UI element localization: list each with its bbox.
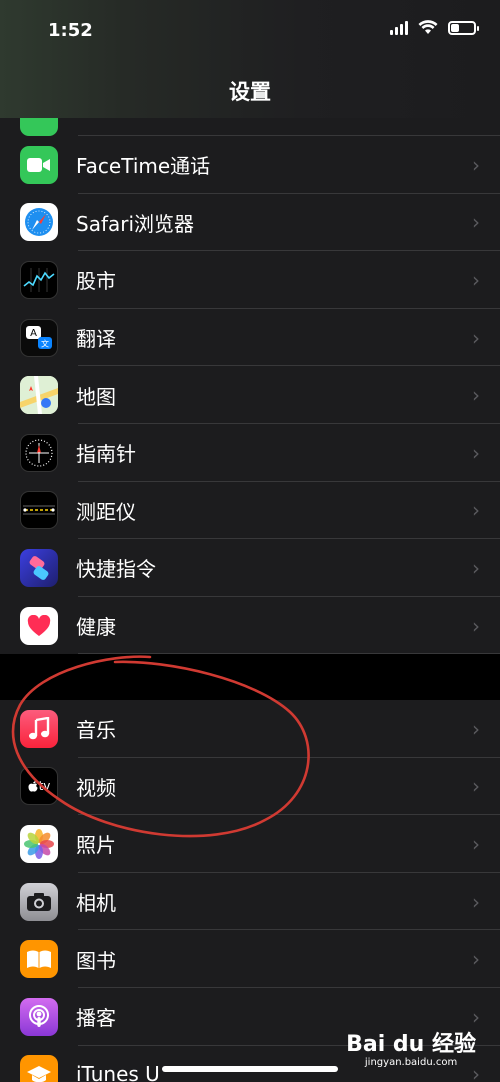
section-separator (0, 655, 500, 700)
baidu-watermark: Bai du 经验 jingyan.baidu.com (346, 1034, 476, 1068)
chevron-right-icon: › (472, 210, 480, 235)
settings-row-label: 相机 (76, 891, 116, 916)
battery-icon (448, 20, 479, 35)
settings-row-label: 音乐 (76, 718, 116, 743)
chevron-right-icon: › (472, 947, 480, 972)
settings-row-label: 照片 (76, 833, 116, 858)
settings-row-label: 播客 (76, 1006, 116, 1031)
status-icons (390, 20, 479, 35)
settings-row-label: Safari浏览器 (76, 211, 195, 236)
settings-row-tv[interactable]: tv 视频 › (0, 758, 500, 816)
page-title: 设置 (229, 80, 271, 104)
chevron-right-icon: › (472, 774, 480, 799)
chevron-right-icon: › (472, 716, 480, 741)
settings-row-camera[interactable]: 相机 › (0, 873, 500, 931)
chevron-right-icon: › (472, 555, 480, 580)
settings-row-shortcuts[interactable]: 快捷指令 › (0, 539, 500, 597)
settings-row-label: 健康 (76, 615, 116, 640)
settings-row-label: 视频 (76, 775, 116, 800)
shortcuts-icon (20, 548, 58, 587)
maps-icon (20, 376, 58, 415)
chevron-right-icon: › (472, 383, 480, 408)
svg-text:A: A (30, 328, 37, 339)
tv-icon: tv (20, 767, 58, 806)
watermark-logo: Bai du 经验 (346, 1032, 476, 1057)
settings-row-compass[interactable]: 指南针 › (0, 424, 500, 482)
books-icon (20, 940, 58, 979)
tv-glyph: tv (38, 779, 51, 794)
settings-row-maps[interactable]: 地图 › (0, 366, 500, 424)
safari-icon (20, 203, 58, 242)
cellular-signal-icon (390, 20, 408, 35)
translate-icon: A文 (20, 318, 58, 357)
chevron-right-icon: › (472, 613, 480, 638)
facetime-icon (20, 145, 58, 184)
health-icon (20, 606, 58, 645)
chevron-right-icon: › (472, 152, 480, 177)
navigation-header: 1:52 设置 (0, 0, 500, 118)
svg-text:文: 文 (41, 338, 49, 348)
battery-level (451, 23, 459, 32)
settings-row-label: 快捷指令 (76, 557, 156, 582)
compass-icon (20, 433, 58, 472)
settings-row-facetime[interactable]: FaceTime通话 › (0, 136, 500, 194)
settings-row-translate[interactable]: A文 翻译 › (0, 309, 500, 367)
settings-row-music[interactable]: 音乐 › (0, 700, 500, 758)
photos-icon (20, 824, 58, 863)
settings-row-label: 股市 (76, 269, 116, 294)
settings-row-safari[interactable]: Safari浏览器 › (0, 194, 500, 252)
settings-row-label: FaceTime通话 (76, 154, 211, 179)
camera-icon (20, 882, 58, 921)
chevron-right-icon: › (472, 498, 480, 523)
wifi-icon (418, 20, 438, 34)
settings-list-apps-1: FaceTime通话 › Safari浏览器 › 股市 › A文 翻译 › 地图… (0, 98, 500, 655)
stocks-icon (20, 260, 58, 299)
settings-row-books[interactable]: 图书 › (0, 930, 500, 988)
chevron-right-icon: › (472, 889, 480, 914)
chevron-right-icon: › (472, 1004, 480, 1029)
settings-row-label: 图书 (76, 948, 116, 973)
settings-list-apps-2: 音乐 › tv 视频 › 照片 › 相机 › 图书 › 播客 › iTunes … (0, 700, 500, 1082)
chevron-right-icon: › (472, 831, 480, 856)
itunes-u-icon (20, 1055, 58, 1082)
status-time: 1:52 (48, 20, 93, 41)
settings-row-photos[interactable]: 照片 › (0, 815, 500, 873)
music-icon (20, 709, 58, 748)
home-indicator[interactable] (162, 1066, 338, 1072)
chevron-right-icon: › (472, 325, 480, 350)
podcasts-icon (20, 997, 58, 1036)
settings-row-label: 指南针 (76, 442, 136, 467)
chevron-right-icon: › (472, 440, 480, 465)
chevron-right-icon: › (472, 267, 480, 292)
settings-row-label: 地图 (76, 384, 116, 409)
settings-row-measure[interactable]: 测距仪 › (0, 482, 500, 540)
settings-row-label: 翻译 (76, 327, 116, 352)
settings-row-label: 测距仪 (76, 499, 136, 524)
settings-row-health[interactable]: 健康 › (0, 597, 500, 655)
measure-icon (20, 491, 58, 530)
settings-row-stocks[interactable]: 股市 › (0, 251, 500, 309)
watermark-url: jingyan.baidu.com (364, 1057, 458, 1068)
